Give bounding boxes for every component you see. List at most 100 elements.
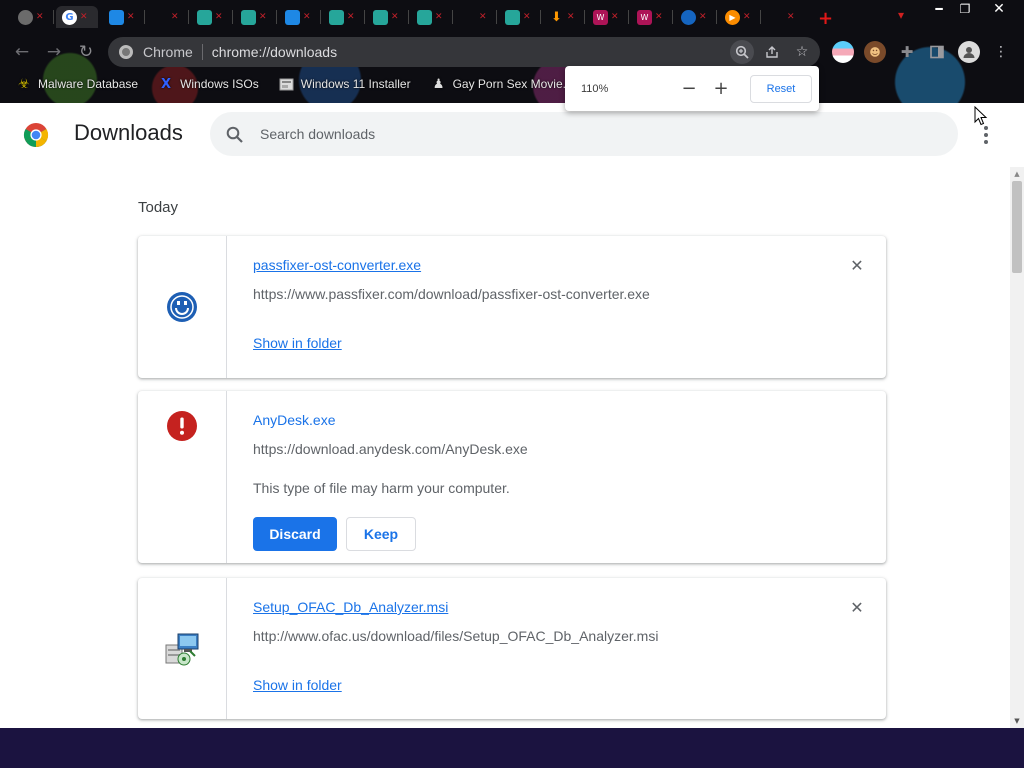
zoom-magnifier-icon[interactable] (730, 40, 754, 64)
browser-tab[interactable]: ✕ (499, 6, 541, 28)
teal-tab-icon (505, 9, 520, 25)
bookmark-windows-isos[interactable]: X Windows ISOs (154, 72, 263, 96)
browser-tab[interactable]: ✕ (367, 6, 409, 28)
tab-close-icon[interactable]: ✕ (391, 12, 399, 22)
show-in-folder-link[interactable]: Show in folder (253, 335, 342, 351)
show-in-folder-link[interactable]: Show in folder (253, 677, 342, 693)
page-header: Downloads (0, 103, 1010, 165)
passfixer-file-icon (167, 292, 197, 322)
browser-tab[interactable]: ✕ (763, 6, 805, 28)
browser-tab[interactable]: ✕ (455, 6, 497, 28)
tab-close-icon[interactable]: ✕ (567, 12, 575, 22)
date-header: Today (138, 199, 179, 216)
extensions-puzzle-icon[interactable]: ✚ (896, 41, 918, 63)
tab-close-icon[interactable]: ✕ (743, 12, 751, 22)
bookmark-site[interactable]: ♟ Gay Porn Sex Movie... (427, 72, 577, 96)
tab-close-icon[interactable]: ✕ (171, 12, 179, 22)
chrome-menu-kebab-icon[interactable]: ⋮ (990, 41, 1012, 63)
extension-flag-icon[interactable] (832, 41, 854, 63)
bookmark-malware-database[interactable]: ☣ Malware Database (12, 72, 142, 96)
blank-tab-icon (461, 10, 476, 25)
bookmark-windows-11-installer[interactable]: Windows 11 Installer (275, 72, 415, 96)
keep-button[interactable]: Keep (346, 517, 416, 551)
search-bar[interactable] (210, 112, 958, 156)
bookmark-label: Gay Porn Sex Movie... (452, 77, 573, 91)
browser-tab[interactable]: W ✕ (631, 6, 673, 28)
tab-close-icon[interactable]: ✕ (699, 12, 707, 22)
tab-close-icon[interactable]: ✕ (127, 12, 135, 22)
share-icon[interactable] (760, 40, 784, 64)
browser-tab[interactable]: ▶ ✕ (719, 6, 761, 28)
profile-avatar-icon[interactable] (958, 41, 980, 63)
browser-tab[interactable]: ✕ (235, 6, 277, 28)
forward-arrow-icon[interactable]: → (42, 40, 66, 64)
browser-tab[interactable]: ✕ (191, 6, 233, 28)
restore-icon[interactable]: ❐ (948, 0, 982, 18)
download-filename-link[interactable]: passfixer-ost-converter.exe (253, 257, 421, 273)
bookmarks-bar: ☣ Malware Database X Windows ISOs Window… (0, 72, 1024, 96)
tab-strip: ✕ G ✕ ✕ ✕ ✕ ✕ ✕ ✕ ✕ ✕ ✕ ✕ ⬇ ✕ W ✕ W ✕ ✕ ▶ ✕ ✕… (0, 0, 1024, 34)
remove-download-close-icon[interactable]: ✕ (846, 254, 868, 276)
download-filename-link[interactable]: AnyDesk.exe (253, 412, 335, 428)
tab-close-icon[interactable]: ✕ (479, 12, 487, 22)
tab-close-icon[interactable]: ✕ (435, 12, 443, 22)
tab-close-icon[interactable]: ✕ (259, 12, 267, 22)
back-arrow-icon[interactable]: ← (10, 40, 34, 64)
chrome-page-icon (119, 45, 133, 59)
google-tab-icon: G (62, 9, 77, 25)
blue-tab-icon (285, 9, 300, 25)
remove-download-close-icon[interactable]: ✕ (846, 596, 868, 618)
file-icon-column (138, 236, 227, 378)
scroll-up-arrow-icon[interactable]: ▲ (1010, 167, 1024, 181)
browser-tab[interactable]: ✕ (411, 6, 453, 28)
tab-close-icon[interactable]: ✕ (36, 12, 44, 22)
bookmark-site-icon: ♟ (432, 76, 445, 92)
browser-tab[interactable]: ✕ (323, 6, 365, 28)
zoom-reset-button[interactable]: Reset (750, 74, 812, 103)
zoom-out-minus-icon[interactable]: − (677, 77, 701, 101)
tab-close-icon[interactable]: ✕ (611, 12, 619, 22)
side-panel-icon[interactable] (926, 41, 948, 63)
globe-tab-icon (681, 9, 696, 25)
browser-chrome: ✕ G ✕ ✕ ✕ ✕ ✕ ✕ ✕ ✕ ✕ ✕ ✕ ⬇ ✕ W ✕ W ✕ ✕ ▶ ✕ ✕… (0, 0, 1024, 103)
browser-tab[interactable]: ⬇ ✕ (543, 6, 585, 28)
search-icon (224, 124, 244, 144)
bookmark-star-icon[interactable]: ☆ (790, 40, 814, 64)
page-scrollbar[interactable]: ▲ ▼ (1010, 167, 1024, 728)
crimson-tab-icon: W (593, 9, 608, 25)
more-actions-kebab-icon[interactable] (976, 123, 996, 147)
scroll-down-arrow-icon[interactable]: ▼ (1010, 714, 1024, 728)
tab-close-icon[interactable]: ✕ (80, 12, 88, 22)
file-icon-column (138, 391, 227, 563)
window-close-icon[interactable]: ✕ (982, 0, 1016, 18)
zoom-in-plus-icon[interactable]: + (709, 77, 733, 101)
tab-close-icon[interactable]: ✕ (523, 12, 531, 22)
discard-button[interactable]: Discard (253, 517, 337, 551)
search-input[interactable] (260, 126, 860, 142)
new-tab-plus-icon[interactable]: + (818, 8, 833, 29)
extension-avatar-icon[interactable]: ☻ (864, 41, 886, 63)
download-filename-link[interactable]: Setup_OFAC_Db_Analyzer.msi (253, 599, 448, 615)
bookmark-label: Malware Database (38, 77, 139, 91)
tab-search-chevron-icon[interactable]: ▾ (898, 8, 904, 22)
browser-tab[interactable]: ✕ (103, 6, 145, 28)
reload-icon[interactable]: ↻ (74, 40, 98, 64)
tab-close-icon[interactable]: ✕ (787, 12, 795, 22)
omnibox-scheme-label: Chrome (143, 44, 193, 60)
browser-tab[interactable]: G ✕ (56, 6, 98, 28)
browser-tab[interactable]: ✕ (147, 6, 189, 28)
omnibox-url[interactable]: chrome://downloads (212, 44, 337, 60)
download-source-url: http://www.ofac.us/download/files/Setup_… (253, 628, 659, 644)
chrome-tab-icon (18, 9, 33, 25)
tab-close-icon[interactable]: ✕ (655, 12, 663, 22)
tab-close-icon[interactable]: ✕ (215, 12, 223, 22)
browser-tab[interactable]: W ✕ (587, 6, 629, 28)
browser-tab[interactable]: ✕ (675, 6, 717, 28)
scroll-thumb[interactable] (1012, 181, 1022, 273)
browser-tab[interactable]: ✕ (12, 6, 54, 28)
browser-tab[interactable]: ✕ (279, 6, 321, 28)
tab-close-icon[interactable]: ✕ (347, 12, 355, 22)
tab-close-icon[interactable]: ✕ (303, 12, 311, 22)
teal-tab-icon (373, 9, 388, 25)
address-bar[interactable]: Chrome chrome://downloads ☆ (108, 37, 820, 67)
